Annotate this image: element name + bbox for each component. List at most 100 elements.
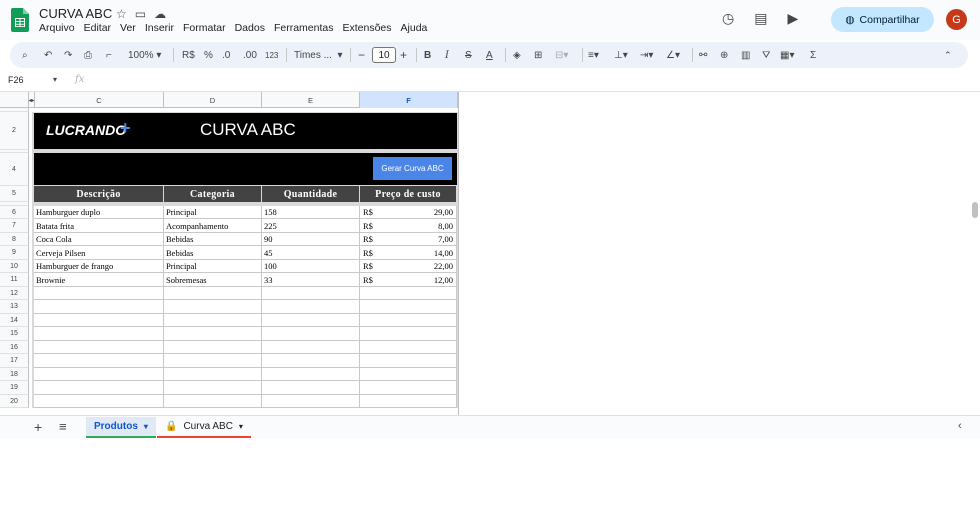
increase-decimal-button[interactable]: .00 — [243, 42, 257, 68]
filter-views-icon[interactable]: ▦▾ — [780, 42, 794, 68]
row-header-18[interactable]: 18 — [0, 368, 29, 381]
cloud-status-icon[interactable]: ☁ — [154, 7, 166, 21]
cell-quantidade[interactable] — [262, 395, 360, 408]
text-wrap-icon[interactable]: ⇥▾ — [640, 42, 653, 68]
cell-quantidade[interactable] — [262, 300, 360, 314]
insert-chart-icon[interactable]: ▥ — [741, 42, 750, 68]
font-size-decrease-button[interactable]: − — [358, 42, 365, 68]
cell-descricao[interactable]: Batata frita — [34, 219, 164, 233]
menu-inserir[interactable]: Inserir — [145, 22, 174, 34]
account-avatar[interactable]: G — [946, 9, 967, 30]
fill-color-icon[interactable]: ◈ — [513, 42, 521, 68]
column-header-d[interactable]: D — [164, 92, 262, 108]
text-color-button[interactable]: A — [486, 42, 493, 68]
functions-button[interactable]: Σ — [810, 42, 816, 68]
horizontal-align-icon[interactable]: ≡▾ — [588, 42, 599, 68]
row-header-4[interactable]: 4 — [0, 153, 29, 186]
cell-descricao[interactable] — [34, 314, 164, 327]
cell-descricao[interactable] — [34, 354, 164, 368]
cell-preco[interactable] — [360, 300, 457, 314]
generate-abc-curve-button[interactable]: Gerar Curva ABC — [373, 157, 452, 180]
menu-editar[interactable]: Editar — [84, 22, 111, 34]
cell-preco[interactable] — [360, 314, 457, 327]
all-sheets-icon[interactable]: ≡ — [59, 419, 67, 434]
cell-categoria[interactable] — [164, 354, 262, 368]
row-header-20[interactable]: 20 — [0, 395, 29, 408]
share-button[interactable]: ◍ Compartilhar — [831, 7, 934, 32]
column-header-c[interactable]: C — [35, 92, 164, 108]
cell-preco[interactable] — [360, 395, 457, 408]
row-header-10[interactable]: 10 — [0, 260, 29, 273]
cell-quantidade[interactable]: 90 — [262, 233, 360, 246]
cell-preco[interactable]: R$ 7,00 — [360, 233, 457, 246]
percent-format-button[interactable]: % — [204, 42, 213, 68]
cell-preco[interactable]: R$ 8,00 — [360, 219, 457, 233]
cell-descricao[interactable] — [34, 327, 164, 341]
chevron-down-icon[interactable]: ▾ — [239, 422, 243, 431]
cell-preco[interactable] — [360, 354, 457, 368]
cell-descricao[interactable]: Cerveja Pilsen — [34, 246, 164, 260]
row-header-16[interactable]: 16 — [0, 341, 29, 354]
version-history-icon[interactable]: ◷ — [722, 10, 734, 27]
row-header-8[interactable]: 8 — [0, 233, 29, 246]
merge-cells-icon[interactable]: ⊟▾ — [555, 42, 568, 68]
vertical-align-icon[interactable]: ⊥▾ — [614, 42, 628, 68]
cell-categoria[interactable]: Principal — [164, 260, 262, 273]
cell-descricao[interactable] — [34, 381, 164, 395]
borders-icon[interactable]: ⊞ — [534, 42, 542, 68]
cell-descricao[interactable] — [34, 300, 164, 314]
currency-format-button[interactable]: R$ — [182, 42, 195, 68]
tab-produtos[interactable]: Produtos ▾ — [86, 417, 156, 438]
menu-formatar[interactable]: Formatar — [183, 22, 226, 34]
cell-quantidade[interactable] — [262, 327, 360, 341]
row-header-14[interactable]: 14 — [0, 314, 29, 327]
print-icon[interactable]: ⎙ — [84, 42, 92, 68]
italic-button[interactable]: I — [445, 42, 449, 68]
cell-quantidade[interactable]: 100 — [262, 260, 360, 273]
menu-dados[interactable]: Dados — [235, 22, 265, 34]
insert-comment-icon[interactable]: ⊕ — [720, 42, 728, 68]
menu-ferramentas[interactable]: Ferramentas — [274, 22, 334, 34]
cell-quantidade[interactable] — [262, 287, 360, 300]
cell-quantidade[interactable] — [262, 341, 360, 354]
cell-descricao[interactable]: Hamburguer duplo — [34, 206, 164, 219]
cell-descricao[interactable]: Brownie — [34, 273, 164, 287]
chevron-down-icon[interactable]: ▾ — [53, 75, 57, 84]
row-header-17[interactable]: 17 — [0, 354, 29, 368]
select-all-corner[interactable] — [0, 92, 29, 108]
bold-button[interactable]: B — [424, 42, 431, 68]
cell-categoria[interactable] — [164, 300, 262, 314]
row-header-7[interactable]: 7 — [0, 219, 29, 233]
tab-curva-abc[interactable]: 🔒 Curva ABC ▾ — [157, 417, 251, 438]
cell-preco[interactable] — [360, 287, 457, 300]
column-header-f[interactable]: F — [360, 92, 458, 108]
row-header-5[interactable]: 5 — [0, 186, 29, 202]
cell-descricao[interactable]: Hamburguer de frango — [34, 260, 164, 273]
more-formats-button[interactable]: 123 — [265, 42, 278, 68]
row-header-9[interactable]: 9 — [0, 246, 29, 260]
meet-camera-icon[interactable]: ▶ — [787, 10, 798, 27]
column-header-e[interactable]: E — [262, 92, 360, 108]
undo-icon[interactable]: ↶ — [44, 42, 52, 68]
cell-categoria[interactable] — [164, 368, 262, 381]
menu-ajuda[interactable]: Ajuda — [401, 22, 428, 34]
chevron-left-icon[interactable]: ‹ — [958, 420, 962, 432]
comments-icon[interactable]: ▤ — [754, 10, 767, 27]
cell-preco[interactable] — [360, 341, 457, 354]
cell-preco[interactable]: R$ 14,00 — [360, 246, 457, 260]
decrease-decimal-button[interactable]: .0 — [222, 42, 230, 68]
cell-preco[interactable] — [360, 381, 457, 395]
cell-quantidade[interactable] — [262, 381, 360, 395]
font-size-increase-button[interactable]: + — [400, 42, 407, 68]
strikethrough-button[interactable]: S — [465, 42, 472, 68]
paint-format-icon[interactable]: ⌐ — [106, 42, 112, 68]
cell-categoria[interactable] — [164, 381, 262, 395]
row-header-12[interactable]: 12 — [0, 287, 29, 300]
menu-arquivo[interactable]: Arquivo — [39, 22, 75, 34]
cell-preco[interactable]: R$ 12,00 — [360, 273, 457, 287]
search-menu-icon[interactable]: ⌕ — [22, 42, 28, 68]
insert-link-icon[interactable]: ⚯ — [699, 42, 707, 68]
sheet-grid[interactable]: ◂▸ C D E F 2 4 5 6 7 8 9 10 11 12 13 14 … — [0, 91, 980, 416]
cell-descricao[interactable] — [34, 395, 164, 408]
redo-icon[interactable]: ↷ — [64, 42, 72, 68]
